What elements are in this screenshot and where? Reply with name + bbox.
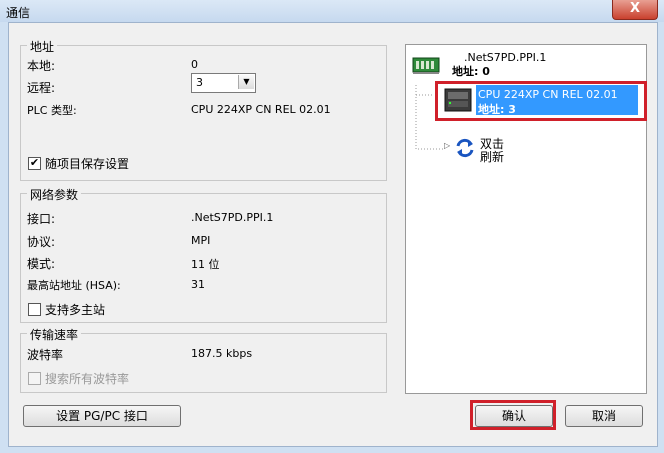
- refresh-line2: 刷新: [480, 150, 505, 164]
- address-group: 地址 本地: 0 远程: 3 ▼ PLC 类型: CPU 224XP CN RE…: [20, 38, 387, 181]
- tree-root-node[interactable]: .NetS7PD.PPI.1 地址: 0: [412, 51, 642, 79]
- refresh-icon: [456, 138, 474, 158]
- setup-pgpc-button[interactable]: 设置 PG/PC 接口: [23, 405, 181, 427]
- mode-value: 11 位: [191, 258, 220, 271]
- close-icon: X: [629, 1, 641, 16]
- device-highlight-box: [435, 81, 647, 121]
- network-tree[interactable]: .NetS7PD.PPI.1 地址: 0 CPU 224XP CN REL 02…: [405, 44, 647, 394]
- protocol-value: MPI: [191, 234, 211, 247]
- dialog-client: 地址 本地: 0 远程: 3 ▼ PLC 类型: CPU 224XP CN RE…: [8, 22, 658, 447]
- local-value: 0: [191, 58, 198, 71]
- interface-label: 接口:: [27, 212, 56, 226]
- remote-label: 远程:: [27, 81, 56, 95]
- cancel-button-label: 取消: [591, 409, 616, 423]
- setup-pgpc-label: 设置 PG/PC 接口: [56, 409, 148, 423]
- window-title: 通信: [6, 6, 31, 20]
- pc-adapter-icon: [412, 57, 440, 74]
- tree-root-address: 地址: 0: [452, 65, 490, 78]
- save-with-project-label: 随项目保存设置: [45, 157, 130, 171]
- multi-master-checkbox[interactable]: [28, 303, 41, 316]
- search-all-baud-label: 搜索所有波特率: [45, 372, 130, 386]
- local-label: 本地:: [27, 59, 56, 73]
- baud-legend: 传输速率: [27, 326, 82, 343]
- remote-select[interactable]: 3 ▼: [191, 73, 256, 93]
- search-all-baud-checkbox[interactable]: [28, 372, 41, 385]
- hsa-value: 31: [191, 278, 205, 291]
- baud-value: 187.5 kbps: [191, 347, 253, 360]
- multi-master-label: 支持多主站: [45, 303, 106, 317]
- plc-type-value: CPU 224XP CN REL 02.01: [191, 103, 331, 116]
- network-group: 网络参数 接口: .NetS7PD.PPI.1 协议: MPI 模式: 11 位…: [20, 186, 387, 323]
- network-legend: 网络参数: [27, 186, 82, 203]
- plc-type-label: PLC 类型:: [27, 104, 77, 117]
- ok-highlight-box: [470, 400, 556, 430]
- protocol-label: 协议:: [27, 235, 56, 249]
- chevron-down-icon[interactable]: ▼: [238, 75, 254, 89]
- save-with-project-checkbox[interactable]: ✔: [28, 157, 41, 170]
- close-button[interactable]: X: [612, 0, 658, 20]
- cancel-button[interactable]: 取消: [565, 405, 643, 427]
- mode-label: 模式:: [27, 257, 56, 271]
- tree-refresh-node[interactable]: ▷ 双击 刷新: [444, 135, 544, 164]
- title-bar: 通信 X: [0, 0, 664, 22]
- remote-select-value: 3: [196, 76, 203, 89]
- address-legend: 地址: [27, 38, 58, 55]
- baud-group: 传输速率 波特率 187.5 kbps 搜索所有波特率: [20, 326, 387, 393]
- interface-value: .NetS7PD.PPI.1: [191, 211, 274, 224]
- expand-plus-icon: ▷: [444, 141, 451, 150]
- baud-label: 波特率: [27, 348, 64, 362]
- hsa-label: 最高站地址 (HSA):: [27, 279, 121, 292]
